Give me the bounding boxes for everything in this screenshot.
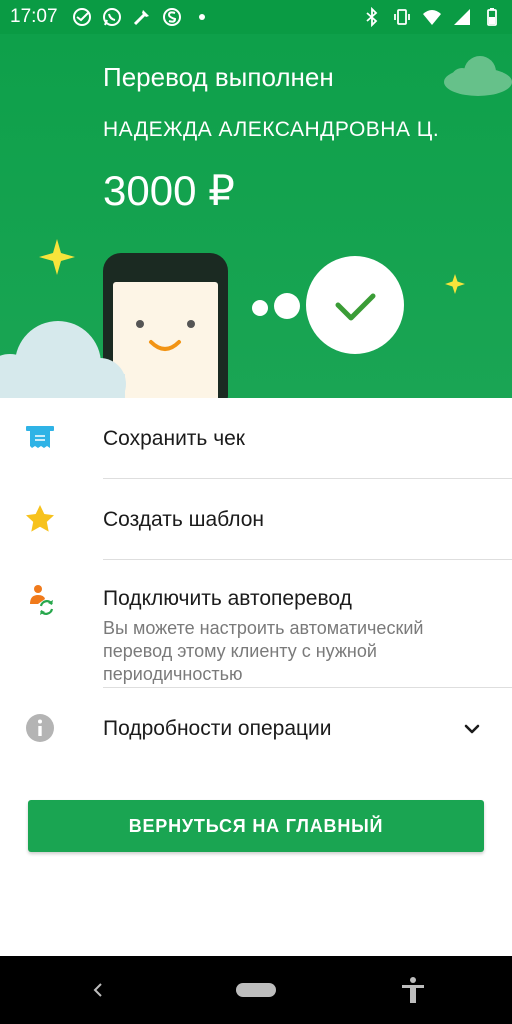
create-template-item[interactable]: Создать шаблон xyxy=(0,479,512,559)
status-time: 17:07 xyxy=(10,6,58,27)
battery-icon xyxy=(487,8,497,26)
operation-details-item[interactable]: Подробности операции xyxy=(0,688,512,768)
receipt-icon xyxy=(26,426,54,448)
dot-icon xyxy=(198,14,205,20)
wifi-icon xyxy=(423,10,441,25)
recipient-name: НАДЕЖДА АЛЕКСАНДРОВНА Ц. xyxy=(103,118,440,141)
home-pill-icon[interactable] xyxy=(236,983,276,997)
whatsapp-icon xyxy=(102,8,121,26)
bubble-dot xyxy=(274,293,300,319)
tools-icon xyxy=(133,10,149,26)
cloud-icon xyxy=(444,56,512,96)
status-notification-icons xyxy=(72,7,212,27)
back-icon[interactable] xyxy=(88,980,108,1000)
autotransfer-description: Вы можете настроить автоматический перев… xyxy=(103,618,424,684)
vibrate-icon xyxy=(394,9,410,25)
autotransfer-label: Подключить автоперевод xyxy=(103,587,352,610)
star-icon xyxy=(26,505,54,532)
success-hero: Перевод выполнен НАДЕЖДА АЛЕКСАНДРОВНА Ц… xyxy=(0,34,512,398)
sber-icon xyxy=(72,8,91,26)
transfer-amount: 3000 ₽ xyxy=(103,167,235,214)
sparkle-small-icon xyxy=(445,274,465,294)
chevron-down-icon[interactable] xyxy=(462,719,482,739)
success-check-icon xyxy=(306,256,404,354)
info-icon xyxy=(26,714,54,742)
save-receipt-item[interactable]: Сохранить чек xyxy=(0,398,512,478)
status-system-icons xyxy=(362,7,502,27)
operation-details-label: Подробности операции xyxy=(103,717,332,740)
status-bar: 17:07 xyxy=(0,0,512,34)
autotransfer-item[interactable]: Подключить автоперевод Вы можете настрои… xyxy=(0,560,512,688)
create-template-label: Создать шаблон xyxy=(103,508,265,531)
autotransfer-icon xyxy=(30,585,54,615)
bubble-dot xyxy=(252,300,268,316)
save-receipt-label: Сохранить чек xyxy=(103,427,245,450)
accessibility-icon[interactable] xyxy=(400,976,426,1004)
s-app-icon xyxy=(162,8,181,26)
return-home-button[interactable]: ВЕРНУТЬСЯ НА ГЛАВНЫЙ xyxy=(28,800,484,852)
signal-icon xyxy=(454,9,470,25)
sparkle-icon xyxy=(39,239,75,275)
success-title: Перевод выполнен xyxy=(103,62,334,92)
system-nav-bar xyxy=(0,956,512,1024)
bluetooth-icon xyxy=(366,7,378,27)
